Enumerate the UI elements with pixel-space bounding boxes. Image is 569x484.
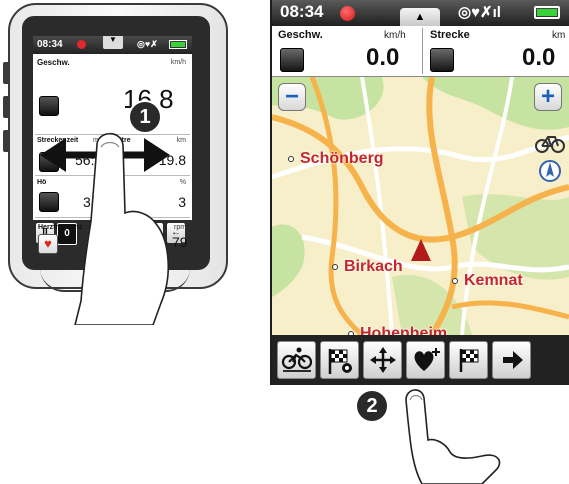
checkered-flag-gear-icon [328,349,352,374]
finger-icon [74,132,170,325]
status-bar: 08:34 ▲ ◎♥✗ıl [272,0,569,26]
battery-icon [169,40,187,49]
next-page-button[interactable] [492,341,531,379]
speed-label: Geschw. [278,29,323,41]
add-favorite-button[interactable] [406,341,445,379]
speed-value: 0.0 [366,44,400,71]
place-label: Birkach [332,258,403,276]
step-badge: 1 [128,100,162,134]
position-marker-icon [411,239,431,261]
field-label: Hö [37,179,47,186]
altitude-icon [39,192,59,212]
battery-icon [534,6,560,19]
zoom-in-button[interactable]: + [534,83,562,111]
data-fields[interactable]: Geschw. km/h 0.0 Strecke km 0.0 [272,26,569,77]
pan-map-button[interactable] [363,341,402,379]
record-indicator[interactable] [340,6,355,21]
side-button[interactable] [3,62,10,84]
pull-down-tab[interactable]: ▼ [103,36,123,49]
speed-label: Geschw. [37,58,70,67]
place-label: Kemnat [452,272,523,290]
status-icons: ◎♥✗ıl [458,4,501,21]
divider [422,28,423,74]
checkered-flag-icon [459,349,478,372]
route-settings-button[interactable] [320,341,359,379]
status-bar: 08:34 ▼ ◎♥✗ [33,36,192,54]
compass-icon[interactable] [538,159,562,183]
distance-value: 0.0 [522,44,556,71]
place-name: Kemnat [464,272,523,289]
speedometer-icon [280,48,304,72]
heart-rate-icon: ♥ [38,234,58,254]
place-name: Schönberg [300,150,384,167]
clock: 08:34 [37,39,63,50]
heart-plus-icon [414,348,440,371]
side-button[interactable] [3,130,10,152]
bicycle-icon[interactable] [535,131,565,153]
arrow-right-icon [502,351,523,369]
cycle-profile-icon [281,347,312,372]
cycle-profile-button[interactable] [277,341,316,379]
speed-unit: km/h [384,30,406,41]
place-name: Hohenheim [360,325,448,335]
speed-unit: km/h [170,59,186,66]
pull-down-tab[interactable]: ▲ [400,8,440,26]
clock: 08:34 [280,2,324,21]
place-name: Birkach [344,258,403,275]
zoom-out-button[interactable]: − [278,83,306,111]
destination-button[interactable] [449,341,488,379]
speed-field[interactable]: Geschw. km/h 16.8 [35,56,190,135]
record-indicator [77,40,86,49]
status-icons: ◎♥✗ [137,39,158,49]
side-button[interactable] [3,96,10,118]
distance-label: Strecke [430,29,470,41]
move-arrows-icon [369,347,396,373]
place-label: Schönberg [288,150,384,168]
distance-icon [430,48,454,72]
distance-unit: km [552,30,566,41]
speedometer-icon [39,96,59,116]
map-canvas[interactable] [272,77,569,335]
map-view[interactable]: − + Schönberg Birkach Kemnat Hohenheim [272,77,569,335]
step-badge: 2 [355,389,389,423]
bottom-toolbar [272,335,569,385]
place-label: Hohenheim [348,325,447,335]
finger-icon [405,389,501,484]
